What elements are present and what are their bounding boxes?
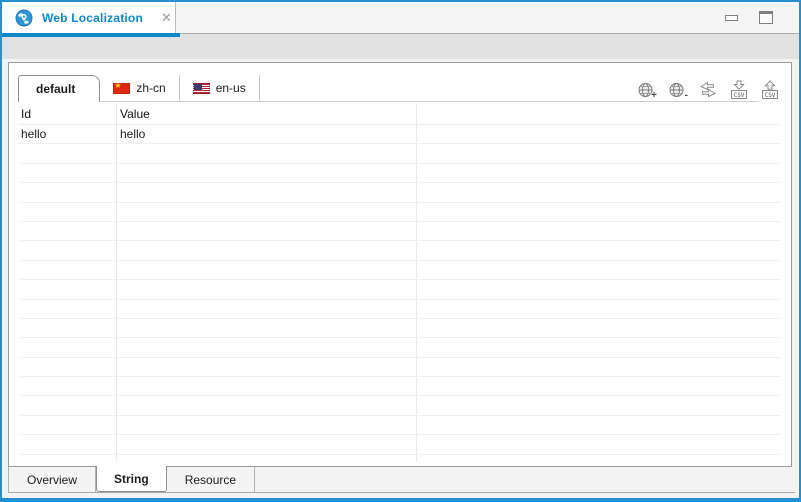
minimize-icon[interactable] — [725, 15, 738, 21]
table-row-empty[interactable] — [18, 455, 781, 462]
cell-filler — [417, 125, 781, 143]
table-row-empty[interactable] — [18, 203, 781, 222]
table-row-empty[interactable] — [18, 319, 781, 338]
string-table: Id Value hello hello — [18, 104, 781, 462]
view-controls — [725, 11, 773, 24]
table-row-empty[interactable] — [18, 183, 781, 202]
page-tab-label: Overview — [27, 473, 77, 487]
add-language-button[interactable]: + — [634, 79, 658, 101]
column-header-filler — [417, 104, 781, 124]
page-tab-label: Resource — [185, 473, 236, 487]
table-row-empty[interactable] — [18, 222, 781, 241]
svg-text:CSV: CSV — [765, 92, 776, 99]
remove-language-button[interactable]: - — [665, 79, 689, 101]
table-header: Id Value — [18, 104, 781, 125]
page-tab-string[interactable]: String — [96, 466, 167, 492]
active-tab-underline — [2, 33, 799, 37]
localization-panel: default zh-cn en-us — [8, 62, 792, 467]
page-tabs-filler — [255, 467, 795, 492]
table-row-empty[interactable] — [18, 416, 781, 435]
globe-minus-icon — [668, 82, 686, 99]
web-localization-view: Web Localization ✕ default zh-cn — [0, 0, 801, 502]
table-row-empty[interactable] — [18, 300, 781, 319]
export-csv-button[interactable]: CSV — [758, 79, 782, 101]
csv-import-icon: CSV — [729, 80, 749, 100]
globe-icon — [15, 9, 33, 27]
close-icon[interactable]: ✕ — [161, 11, 172, 24]
locale-tab-en-us[interactable]: en-us — [180, 75, 260, 101]
locale-tab-default[interactable]: default — [18, 75, 100, 102]
cell-id[interactable]: hello — [18, 125, 117, 143]
table-row-empty[interactable] — [18, 144, 781, 163]
table-body: hello hello — [18, 125, 781, 462]
column-header-id[interactable]: Id — [18, 104, 117, 124]
table-row-empty[interactable] — [18, 241, 781, 260]
locale-tab-label: default — [36, 82, 75, 96]
locale-tab-label: en-us — [216, 81, 246, 95]
table-row-empty[interactable] — [18, 358, 781, 377]
table-row[interactable]: hello hello — [18, 125, 781, 144]
locale-tab-label: zh-cn — [136, 81, 165, 95]
table-row-empty[interactable] — [18, 377, 781, 396]
view-toolbar-band — [2, 37, 799, 59]
table-row-empty[interactable] — [18, 280, 781, 299]
page-tab-overview[interactable]: Overview — [9, 467, 96, 492]
locale-tab-zh-cn[interactable]: zh-cn — [100, 75, 179, 101]
maximize-icon[interactable] — [759, 11, 773, 24]
import-csv-button[interactable]: CSV — [727, 79, 751, 101]
swap-arrows-icon — [698, 81, 718, 99]
page-tabs: Overview String Resource — [8, 467, 795, 493]
editor-tab-title: Web Localization — [42, 11, 143, 25]
us-flag-icon — [193, 83, 210, 94]
cell-value[interactable]: hello — [117, 125, 417, 143]
editor-tabstrip: Web Localization ✕ — [2, 2, 799, 33]
svg-text:CSV: CSV — [734, 92, 745, 99]
page-tab-label: String — [114, 472, 149, 486]
table-row-empty[interactable] — [18, 396, 781, 415]
table-row-empty[interactable] — [18, 261, 781, 280]
swap-languages-button[interactable] — [696, 79, 720, 101]
table-row-empty[interactable] — [18, 164, 781, 183]
panel-header: default zh-cn en-us — [9, 75, 791, 102]
editor-content: default zh-cn en-us — [2, 59, 799, 498]
table-row-empty[interactable] — [18, 338, 781, 357]
editor-tab-web-localization[interactable]: Web Localization ✕ — [2, 2, 176, 33]
china-flag-icon — [113, 83, 130, 94]
column-header-value[interactable]: Value — [117, 104, 417, 124]
csv-export-icon: CSV — [760, 80, 780, 100]
table-row-empty[interactable] — [18, 435, 781, 454]
page-tab-resource[interactable]: Resource — [167, 467, 255, 492]
locale-toolbar: + - — [634, 79, 782, 101]
